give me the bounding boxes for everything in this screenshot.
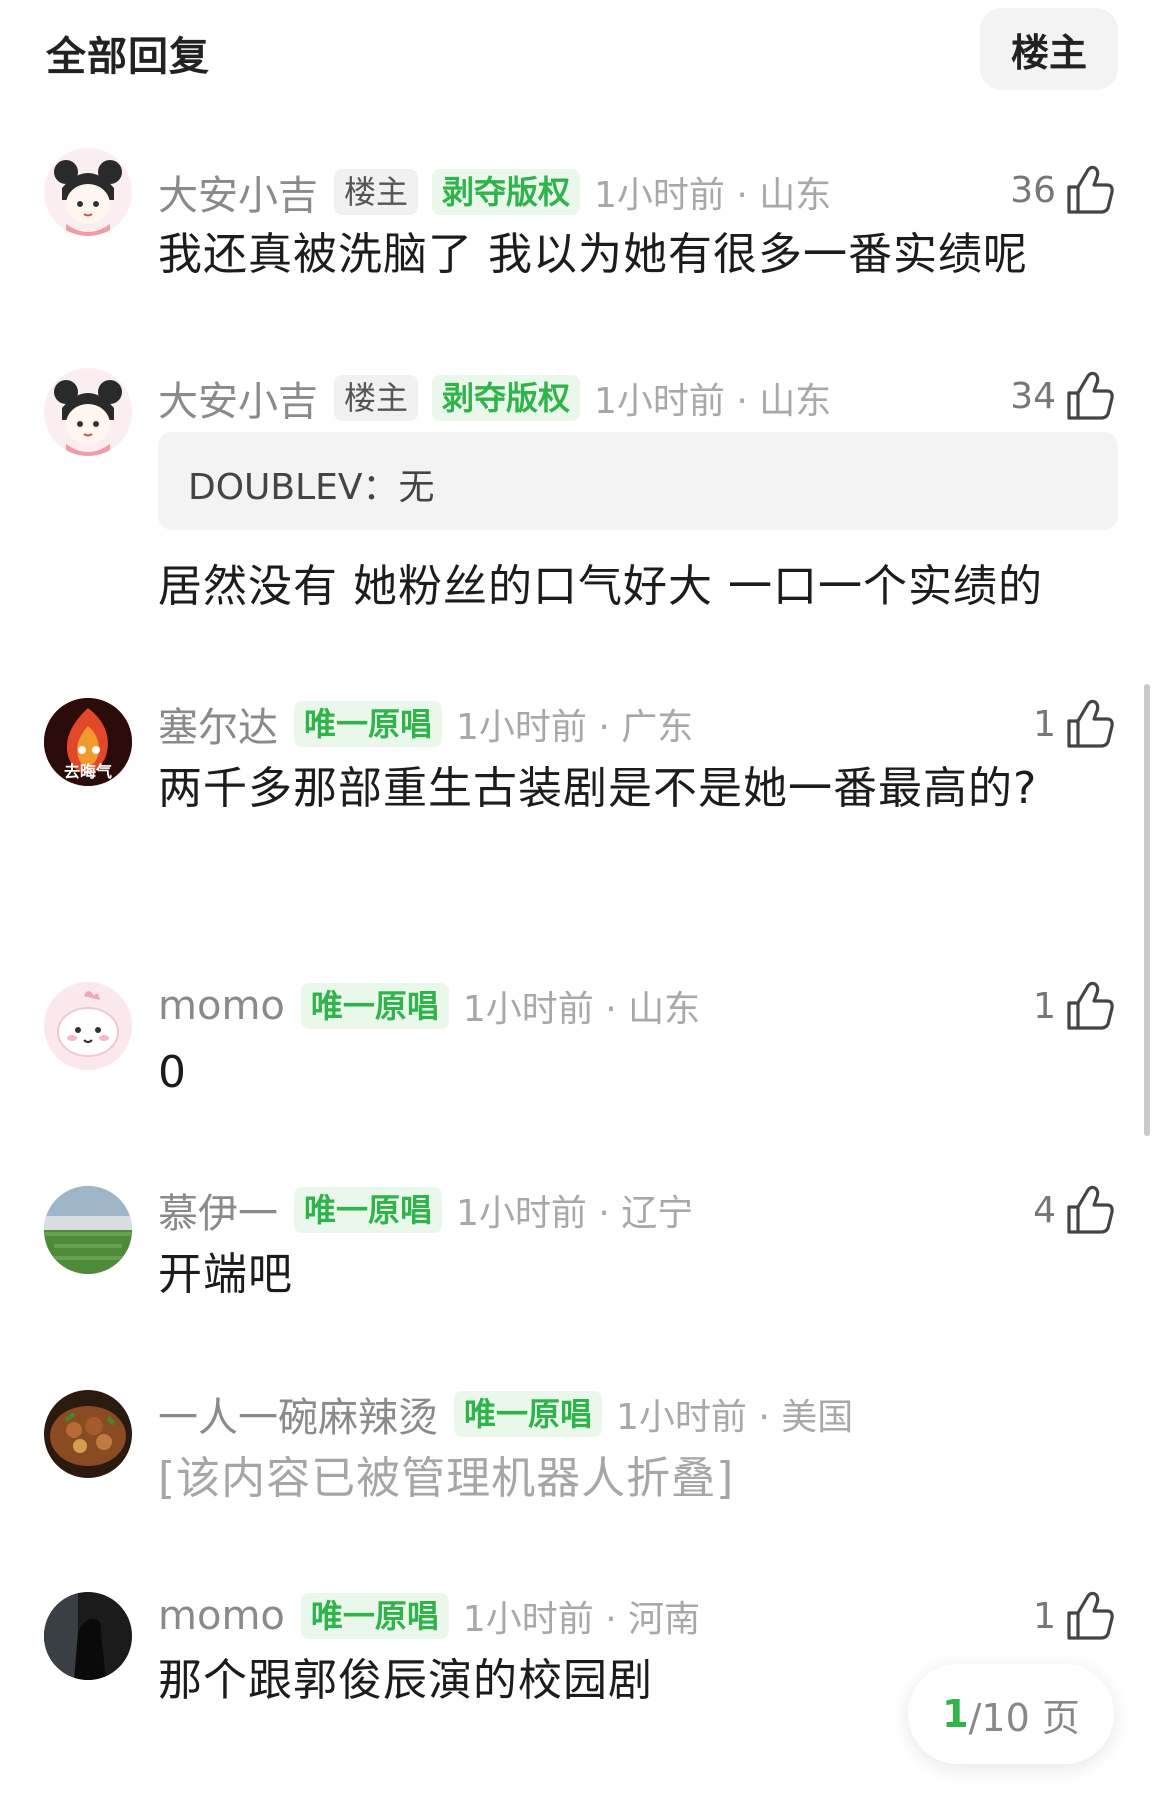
username[interactable]: 一人一碗麻辣烫 — [158, 1385, 438, 1443]
time-location: 1小时前 · 广东 — [456, 707, 694, 748]
time-location: 1小时前 · 山东 — [594, 381, 832, 422]
username[interactable]: 大安小吉 — [158, 163, 318, 221]
user-badge: 唯一原唱 — [294, 1187, 443, 1233]
thumbs-up-icon — [1066, 699, 1114, 749]
folded-comment-notice[interactable]: [该内容已被管理机器人折叠] — [158, 1446, 1118, 1512]
comment-meta: momo 唯一原唱 1小时前 · 河南 — [158, 1588, 700, 1644]
username[interactable]: momo — [158, 1593, 285, 1639]
like-button[interactable]: 4 — [1033, 1182, 1114, 1238]
like-count: 34 — [1010, 375, 1056, 417]
thumbs-up-icon — [1066, 981, 1114, 1031]
like-button[interactable]: 1 — [1033, 696, 1114, 752]
username[interactable]: momo — [158, 983, 285, 1029]
username[interactable]: 塞尔达 — [158, 695, 278, 753]
like-count: 1 — [1033, 985, 1056, 1027]
thumbs-up-icon — [1066, 165, 1114, 215]
like-button[interactable]: 34 — [1010, 368, 1114, 424]
user-badge: 剥夺版权 — [432, 169, 581, 215]
comment-meta: 大安小吉 楼主 剥夺版权 1小时前 · 山东 — [158, 370, 831, 426]
avatar[interactable] — [44, 982, 132, 1070]
scrollbar[interactable] — [1144, 684, 1150, 1136]
avatar[interactable] — [44, 1592, 132, 1680]
user-badge: 唯一原唱 — [300, 983, 449, 1029]
thumbs-up-icon — [1066, 1185, 1114, 1235]
like-count: 1 — [1033, 703, 1056, 745]
comment-meta: 塞尔达 唯一原唱 1小时前 · 广东 — [158, 696, 693, 752]
op-badge: 楼主 — [334, 375, 419, 421]
avatar[interactable] — [44, 368, 132, 456]
thumbs-up-icon — [1066, 371, 1114, 421]
comment-text[interactable]: 我还真被洗脑了 我以为她有很多一番实绩呢 — [158, 222, 1118, 288]
avatar[interactable]: 去晦气 — [44, 698, 132, 786]
like-button[interactable]: 1 — [1033, 978, 1114, 1034]
like-count: 1 — [1033, 1595, 1056, 1637]
replies-header: 全部回复 楼主 — [0, 0, 1170, 110]
comment-meta: 一人一碗麻辣烫 唯一原唱 1小时前 · 美国 — [158, 1386, 853, 1442]
time-location: 1小时前 · 美国 — [616, 1397, 854, 1438]
avatar-caption: 去晦气 — [63, 762, 112, 781]
user-badge: 剥夺版权 — [432, 375, 581, 421]
like-button[interactable]: 36 — [1010, 162, 1114, 218]
all-replies-title: 全部回复 — [46, 34, 210, 80]
like-count: 4 — [1033, 1189, 1056, 1231]
comment-text[interactable]: 0 — [158, 1040, 1118, 1106]
comment-text[interactable]: 两千多那部重生古装剧是不是她一番最高的? — [158, 756, 1038, 822]
comment-meta: 大安小吉 楼主 剥夺版权 1小时前 · 山东 — [158, 164, 831, 220]
page-indicator-button[interactable]: 1 /10 页 — [908, 1664, 1114, 1764]
current-page: 1 — [942, 1692, 969, 1736]
time-location: 1小时前 · 河南 — [462, 1599, 701, 1640]
avatar[interactable] — [44, 1390, 132, 1478]
thumbs-up-icon — [1066, 1591, 1114, 1641]
username[interactable]: 慕伊一 — [158, 1181, 278, 1239]
op-badge: 楼主 — [334, 169, 419, 215]
quoted-reply-text: DOUBLEV：无 — [188, 467, 435, 508]
comment-meta: momo 唯一原唱 1小时前 · 山东 — [158, 978, 700, 1034]
like-button[interactable]: 1 — [1033, 1588, 1114, 1644]
comment-text[interactable]: 居然没有 她粉丝的口气好大 一口一个实绩的 — [158, 554, 1118, 620]
user-badge: 唯一原唱 — [454, 1391, 603, 1437]
user-badge: 唯一原唱 — [294, 701, 443, 747]
time-location: 1小时前 · 山东 — [462, 989, 701, 1030]
avatar[interactable] — [44, 148, 132, 236]
total-pages: /10 页 — [968, 1695, 1080, 1740]
comment-meta: 慕伊一 唯一原唱 1小时前 · 辽宁 — [158, 1182, 693, 1238]
avatar[interactable] — [44, 1186, 132, 1274]
time-location: 1小时前 · 辽宁 — [456, 1193, 694, 1234]
user-badge: 唯一原唱 — [300, 1593, 449, 1639]
comment-text[interactable]: 开端吧 — [158, 1242, 1118, 1308]
op-only-filter-button[interactable]: 楼主 — [980, 8, 1118, 90]
quoted-reply[interactable]: DOUBLEV：无 — [158, 432, 1118, 530]
like-count: 36 — [1010, 169, 1056, 211]
time-location: 1小时前 · 山东 — [594, 175, 832, 216]
username[interactable]: 大安小吉 — [158, 369, 318, 427]
